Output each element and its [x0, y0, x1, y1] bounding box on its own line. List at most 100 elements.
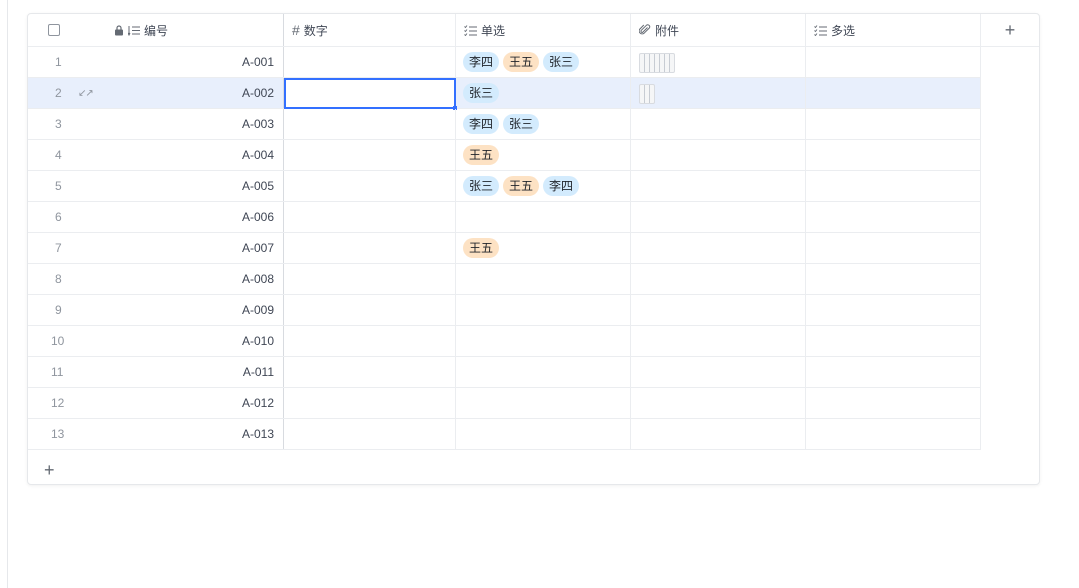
cell-multi-select[interactable] [806, 419, 981, 449]
header-id-column[interactable]: 编号 [28, 14, 284, 46]
cell-attachment[interactable] [631, 47, 806, 77]
cell-id[interactable]: 1 A-001 [28, 47, 284, 77]
cell-number[interactable] [284, 233, 456, 263]
cell-multi-select[interactable] [806, 264, 981, 294]
table-row[interactable]: 3 A-003 李四 张三 [28, 109, 981, 140]
cell-attachment[interactable] [631, 109, 806, 139]
table-row[interactable]: 1 A-001 李四 王五 张三 [28, 47, 981, 78]
cell-single-select[interactable] [456, 357, 631, 387]
table-row[interactable]: 7 A-007 王五 [28, 233, 981, 264]
cell-multi-select[interactable] [806, 140, 981, 170]
cell-single-select[interactable] [456, 388, 631, 418]
cell-number[interactable] [284, 171, 456, 201]
cell-id[interactable]: 10 A-010 [28, 326, 284, 356]
cell-id[interactable]: 11 A-011 [28, 357, 284, 387]
cell-multi-select[interactable] [806, 47, 981, 77]
cell-attachment[interactable] [631, 357, 806, 387]
cell-attachment[interactable] [631, 202, 806, 232]
cell-id[interactable]: 5 A-005 [28, 171, 284, 201]
cell-multi-select[interactable] [806, 78, 981, 108]
option-tag: 张三 [463, 176, 500, 196]
cell-single-select[interactable] [456, 419, 631, 449]
add-column-button[interactable]: + [981, 14, 1039, 46]
cell-attachment[interactable] [631, 233, 806, 263]
table-row[interactable]: 13 A-013 [28, 419, 981, 450]
cell-number[interactable] [284, 326, 456, 356]
cell-number[interactable] [284, 295, 456, 325]
table-row[interactable]: 10 A-010 [28, 326, 981, 357]
cell-multi-select[interactable] [806, 202, 981, 232]
cell-id[interactable]: 2 ↙↗ A-002 [28, 78, 284, 108]
cell-attachment[interactable] [631, 419, 806, 449]
table-row[interactable]: 5 A-005 张三 王五 李四 [28, 171, 981, 202]
cell-multi-select[interactable] [806, 357, 981, 387]
cell-id[interactable]: 8 A-008 [28, 264, 284, 294]
cell-number[interactable] [284, 109, 456, 139]
attachment-thumbnail[interactable] [639, 53, 675, 73]
cell-id[interactable]: 13 A-013 [28, 419, 284, 449]
cell-id[interactable]: 3 A-003 [28, 109, 284, 139]
attachment-thumbnail[interactable] [639, 84, 655, 104]
cell-attachment[interactable] [631, 78, 806, 108]
active-cell-editor[interactable] [284, 78, 457, 110]
cell-multi-select[interactable] [806, 171, 981, 201]
cell-number[interactable] [284, 357, 456, 387]
cell-single-select[interactable] [456, 295, 631, 325]
table-row[interactable]: 2 ↙↗ A-002 张三 [28, 78, 981, 110]
cell-attachment[interactable] [631, 388, 806, 418]
cell-attachment[interactable] [631, 326, 806, 356]
cell-single-select[interactable]: 李四 王五 张三 [456, 47, 631, 77]
header-multi-select-column[interactable]: 多选 [806, 14, 981, 46]
record-code: A-009 [241, 303, 274, 317]
select-all-checkbox[interactable] [48, 24, 60, 36]
header-multi-select-label: 多选 [831, 23, 856, 38]
cell-id[interactable]: 9 A-009 [28, 295, 284, 325]
cell-id[interactable]: 12 A-012 [28, 388, 284, 418]
table-row[interactable]: 6 A-006 [28, 202, 981, 233]
cell-multi-select[interactable] [806, 233, 981, 263]
cell-single-select[interactable] [456, 264, 631, 294]
cell-attachment[interactable] [631, 264, 806, 294]
cell-single-select[interactable]: 王五 [456, 140, 631, 170]
row-number: 3 [55, 117, 62, 131]
cell-single-select[interactable]: 张三 [456, 78, 631, 108]
cell-attachment[interactable] [631, 171, 806, 201]
table-row[interactable]: 8 A-008 [28, 264, 981, 295]
record-code: A-013 [241, 427, 274, 441]
cell-single-select[interactable] [456, 326, 631, 356]
cell-single-select[interactable]: 王五 [456, 233, 631, 263]
cell-multi-select[interactable] [806, 295, 981, 325]
header-attachment-column[interactable]: 附件 [631, 14, 806, 46]
option-tag: 王五 [463, 145, 500, 165]
lock-icon [114, 25, 124, 36]
table-row[interactable]: 4 A-004 王五 [28, 140, 981, 171]
cell-number[interactable] [284, 419, 456, 449]
cell-id[interactable]: 7 A-007 [28, 233, 284, 263]
expand-record-icon[interactable]: ↙↗ [78, 88, 94, 99]
cell-multi-select[interactable] [806, 388, 981, 418]
table-row[interactable]: 11 A-011 [28, 357, 981, 388]
header-single-select-column[interactable]: 单选 [456, 14, 631, 46]
cell-multi-select[interactable] [806, 109, 981, 139]
cell-single-select[interactable]: 张三 王五 李四 [456, 171, 631, 201]
cell-attachment[interactable] [631, 295, 806, 325]
add-row-button[interactable]: + [44, 456, 55, 484]
cell-number[interactable] [284, 47, 456, 77]
table-row[interactable]: 12 A-012 [28, 388, 981, 419]
cell-multi-select[interactable] [806, 326, 981, 356]
cell-id[interactable]: 4 A-004 [28, 140, 284, 170]
table-row[interactable]: 9 A-009 [28, 295, 981, 326]
list-icon [814, 24, 827, 36]
row-number: 4 [55, 148, 62, 162]
option-tag: 王五 [503, 52, 540, 72]
header-number-column[interactable]: # 数字 [284, 14, 456, 46]
record-code: A-012 [241, 396, 274, 410]
cell-single-select[interactable]: 李四 张三 [456, 109, 631, 139]
cell-attachment[interactable] [631, 140, 806, 170]
cell-number[interactable] [284, 388, 456, 418]
cell-number[interactable] [284, 202, 456, 232]
cell-id[interactable]: 6 A-006 [28, 202, 284, 232]
cell-single-select[interactable] [456, 202, 631, 232]
cell-number[interactable] [284, 140, 456, 170]
cell-number[interactable] [284, 264, 456, 294]
